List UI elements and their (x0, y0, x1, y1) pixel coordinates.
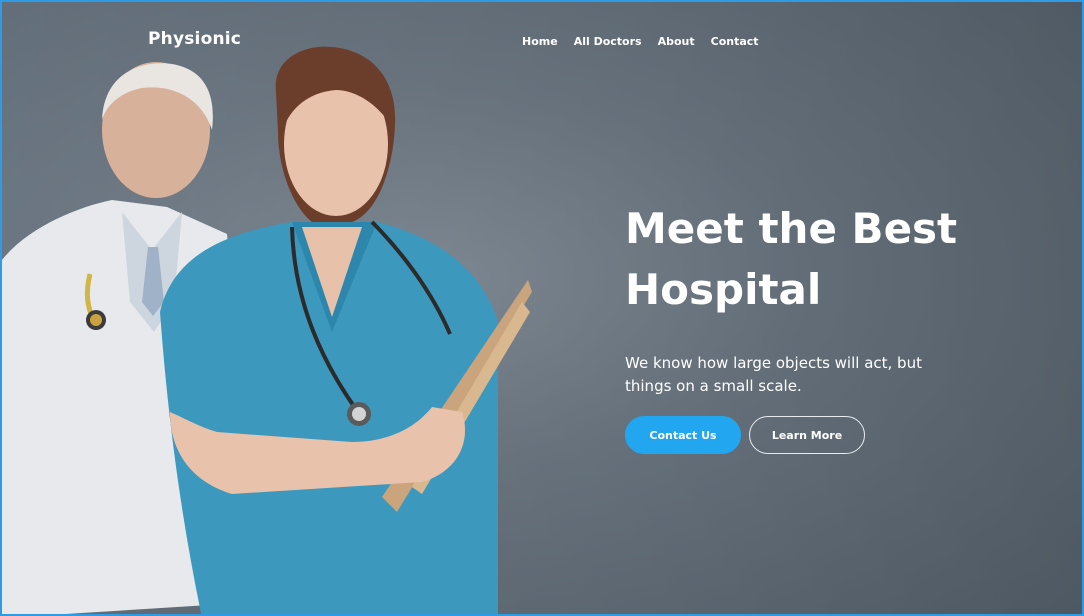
contact-us-button[interactable]: Contact Us (625, 416, 741, 454)
main-nav: Home All Doctors About Contact (522, 35, 759, 48)
nav-item-home[interactable]: Home (522, 35, 558, 48)
nav-item-contact[interactable]: Contact (711, 35, 759, 48)
hero-headline: Meet the Best Hospital (625, 204, 958, 314)
learn-more-button[interactable]: Learn More (749, 416, 865, 454)
hero-section: Physionic Home All Doctors About Contact… (0, 0, 1084, 616)
hero-buttons: Contact Us Learn More (625, 416, 865, 454)
nav-item-all-doctors[interactable]: All Doctors (574, 35, 642, 48)
hero-copy: Meet the Best Hospital We know how large… (625, 198, 1045, 398)
hero-subtext: We know how large objects will act, but … (625, 354, 922, 395)
nav-item-about[interactable]: About (658, 35, 695, 48)
doctors-photo (2, 46, 532, 614)
brand-logo[interactable]: Physionic (148, 29, 241, 49)
